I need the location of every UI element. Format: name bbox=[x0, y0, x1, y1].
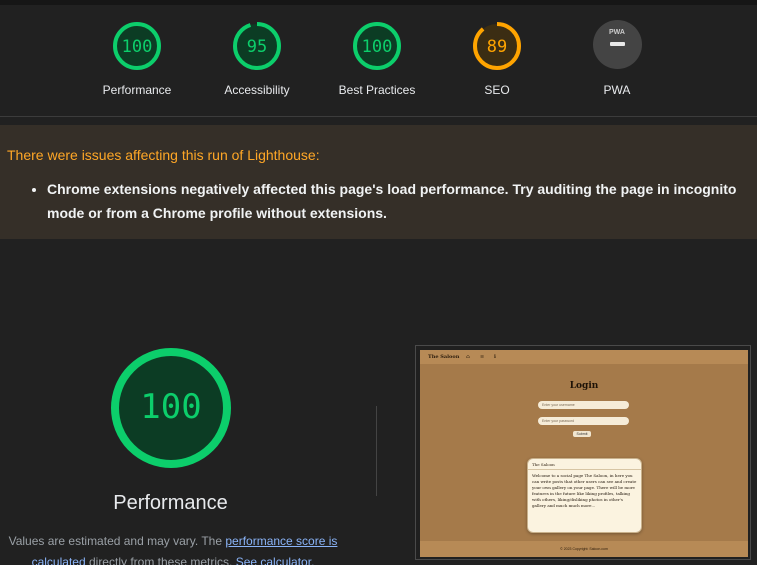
screenshot-login-title: Login bbox=[569, 381, 599, 391]
screenshot-nav-title: The Saloon bbox=[428, 354, 460, 360]
performance-gauge-ring: 100 bbox=[113, 22, 161, 70]
gauge-performance[interactable]: 100 Performance bbox=[77, 20, 197, 97]
dash-icon bbox=[609, 42, 625, 46]
gauge-label: Performance bbox=[102, 83, 172, 97]
lighthouse-warning: There were issues affecting this run of … bbox=[0, 125, 757, 239]
screenshot-card-body: Welcome to a social page The Saloon, in … bbox=[532, 473, 637, 508]
gauge-best-practices[interactable]: 100 Best Practices bbox=[317, 20, 437, 97]
gauge-score: 100 bbox=[362, 37, 393, 57]
performance-title: Performance bbox=[113, 492, 228, 514]
warning-item: Chrome extensions negatively affected th… bbox=[47, 177, 741, 225]
best-practices-gauge-ring: 100 bbox=[353, 22, 401, 70]
performance-big-gauge: 100 bbox=[111, 348, 231, 468]
menu-icon: ≡ bbox=[480, 354, 485, 360]
info-icon: ℹ bbox=[494, 354, 496, 360]
seo-gauge-ring: 89 bbox=[473, 22, 521, 70]
gauge-label: SEO bbox=[484, 83, 510, 97]
home-icon: ⌂ bbox=[466, 354, 470, 360]
gauge-score: 95 bbox=[247, 37, 267, 57]
warning-list: Chrome extensions negatively affected th… bbox=[31, 177, 741, 225]
see-calculator-link[interactable]: See calculator. bbox=[236, 555, 315, 565]
final-screenshot[interactable]: The Saloon ⌂ ≡ ℹ Login Enter your userna… bbox=[415, 345, 751, 560]
pwa-badge-text: PWA bbox=[609, 29, 625, 36]
screenshot-footer: © 2023 Copyright: Saloon.com bbox=[420, 541, 748, 557]
performance-note: Values are estimated and may vary. The p… bbox=[3, 531, 343, 565]
performance-big-score: 100 bbox=[140, 387, 201, 427]
screenshot-page: The Saloon ⌂ ≡ ℹ Login Enter your userna… bbox=[420, 350, 748, 557]
divider bbox=[376, 406, 377, 496]
gauge-label: Accessibility bbox=[224, 83, 290, 97]
gauge-score: 89 bbox=[487, 37, 507, 57]
accessibility-gauge-ring: 95 bbox=[233, 22, 281, 70]
screenshot-welcome-card: The Saloon Welcome to a social page The … bbox=[527, 458, 642, 533]
screenshot-card-title: The Saloon bbox=[528, 459, 641, 470]
gauge-seo[interactable]: 89 SEO bbox=[437, 20, 557, 97]
screenshot-submit-button: Submit bbox=[573, 431, 591, 437]
note-prefix: Values are estimated and may vary. The bbox=[8, 534, 226, 548]
screenshot-username-input: Enter your username bbox=[538, 401, 629, 409]
gauge-label: Best Practices bbox=[338, 83, 416, 97]
warning-title: There were issues affecting this run of … bbox=[7, 147, 320, 163]
category-gauges: 100 Performance 95 Accessibility 100 Bes… bbox=[0, 0, 757, 117]
gauge-score: 100 bbox=[122, 37, 153, 57]
gauge-label: PWA bbox=[603, 83, 631, 97]
screenshot-navbar: The Saloon ⌂ ≡ ℹ bbox=[420, 350, 748, 364]
note-middle: directly from these metrics. bbox=[85, 555, 236, 565]
screenshot-password-input: Enter your password bbox=[538, 417, 629, 425]
pwa-badge-icon: PWA bbox=[592, 20, 642, 69]
gauge-accessibility[interactable]: 95 Accessibility bbox=[197, 20, 317, 97]
gauge-pwa[interactable]: PWA PWA bbox=[557, 20, 677, 97]
